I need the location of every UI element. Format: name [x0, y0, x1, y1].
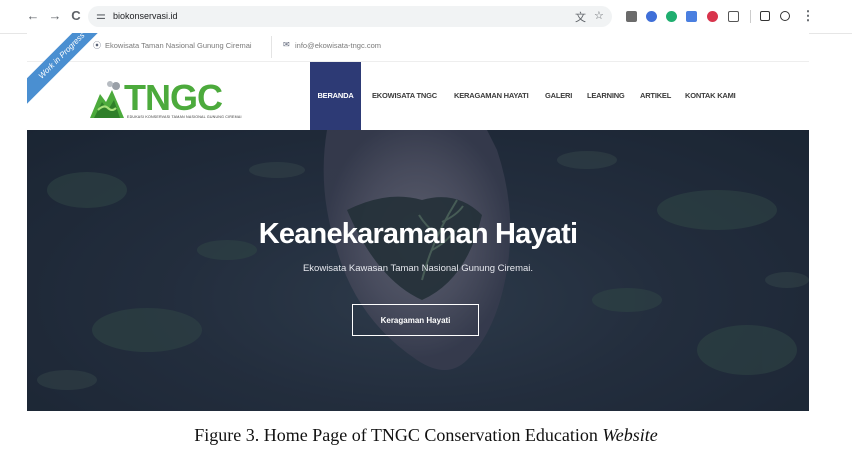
mail-icon: ✉ — [283, 40, 290, 49]
hero-banner: Keanekaramanan Hayati Ekowisata Kawasan … — [27, 130, 809, 411]
tngc-logo[interactable]: TNGC EDUKASI KONSERVASI TAMAN NASIONAL G… — [90, 70, 241, 120]
keragaman-hayati-button[interactable]: Keragaman Hayati — [352, 304, 479, 336]
extension-icon[interactable] — [626, 11, 637, 22]
url-text: biokonservasi.id — [113, 11, 178, 21]
location-text: Ekowisata Taman Nasional Gunung Ciremai — [105, 41, 252, 50]
caption-italic: Website — [602, 425, 658, 445]
extension-icon[interactable] — [666, 11, 677, 22]
location-icon: ⦿ — [93, 41, 101, 50]
browser-toolbar: ← → C ⚌ biokonservasi.id 文 ☆ ⋮ — [0, 0, 852, 34]
site-info-icon[interactable]: ⚌ — [96, 9, 106, 22]
website-frame: Work in Progress ⦿ Ekowisata Taman Nasio… — [27, 33, 809, 411]
extension-icon[interactable] — [686, 11, 697, 22]
nav-item-kontak-kami[interactable]: KONTAK KAMI — [685, 62, 736, 130]
nav-item-artikel[interactable]: ARTIKEL — [640, 62, 671, 130]
nav-item-learning[interactable]: LEARNING — [587, 62, 625, 130]
mountain-logo-icon — [90, 81, 124, 118]
forward-icon[interactable]: → — [47, 8, 63, 24]
logo-tagline: EDUKASI KONSERVASI TAMAN NASIONAL GUNUNG… — [127, 115, 242, 119]
back-icon[interactable]: ← — [25, 8, 41, 24]
bookmark-star-icon[interactable]: ☆ — [594, 9, 604, 22]
site-header: TNGC EDUKASI KONSERVASI TAMAN NASIONAL G… — [27, 62, 809, 130]
email-link[interactable]: info@ekowisata-tngc.com — [295, 41, 381, 50]
toolbar-divider — [750, 10, 751, 23]
extensions-puzzle-icon[interactable] — [728, 11, 739, 22]
profile-icon[interactable] — [780, 11, 790, 21]
reload-icon[interactable]: C — [68, 8, 84, 24]
more-menu-icon[interactable]: ⋮ — [800, 8, 816, 24]
nav-item-galeri[interactable]: GALERI — [545, 62, 572, 130]
hero-subtitle: Ekowisata Kawasan Taman Nasional Gunung … — [302, 263, 534, 274]
top-info-bar: ⦿ Ekowisata Taman Nasional Gunung Cirema… — [27, 33, 809, 62]
nav-item-beranda[interactable]: BERANDA — [310, 62, 361, 130]
nav-item-keragaman-hayati[interactable]: KERAGAMAN HAYATI — [454, 62, 529, 130]
nav-item-ekowisata-tngc[interactable]: EKOWISATA TNGC — [372, 62, 437, 130]
side-panel-icon[interactable] — [760, 11, 770, 21]
translate-icon[interactable]: 文 — [575, 9, 586, 25]
caption-text: Figure 3. Home Page of TNGC Conservation… — [194, 425, 603, 445]
extension-icon[interactable] — [707, 11, 718, 22]
hero-title: Keanekaramanan Hayati — [258, 218, 578, 250]
figure-caption: Figure 3. Home Page of TNGC Conservation… — [0, 425, 852, 446]
logo-brand-text: TNGC — [124, 77, 223, 118]
info-divider — [271, 36, 272, 58]
address-bar[interactable]: ⚌ biokonservasi.id 文 ☆ — [88, 6, 612, 27]
extension-icon[interactable] — [646, 11, 657, 22]
